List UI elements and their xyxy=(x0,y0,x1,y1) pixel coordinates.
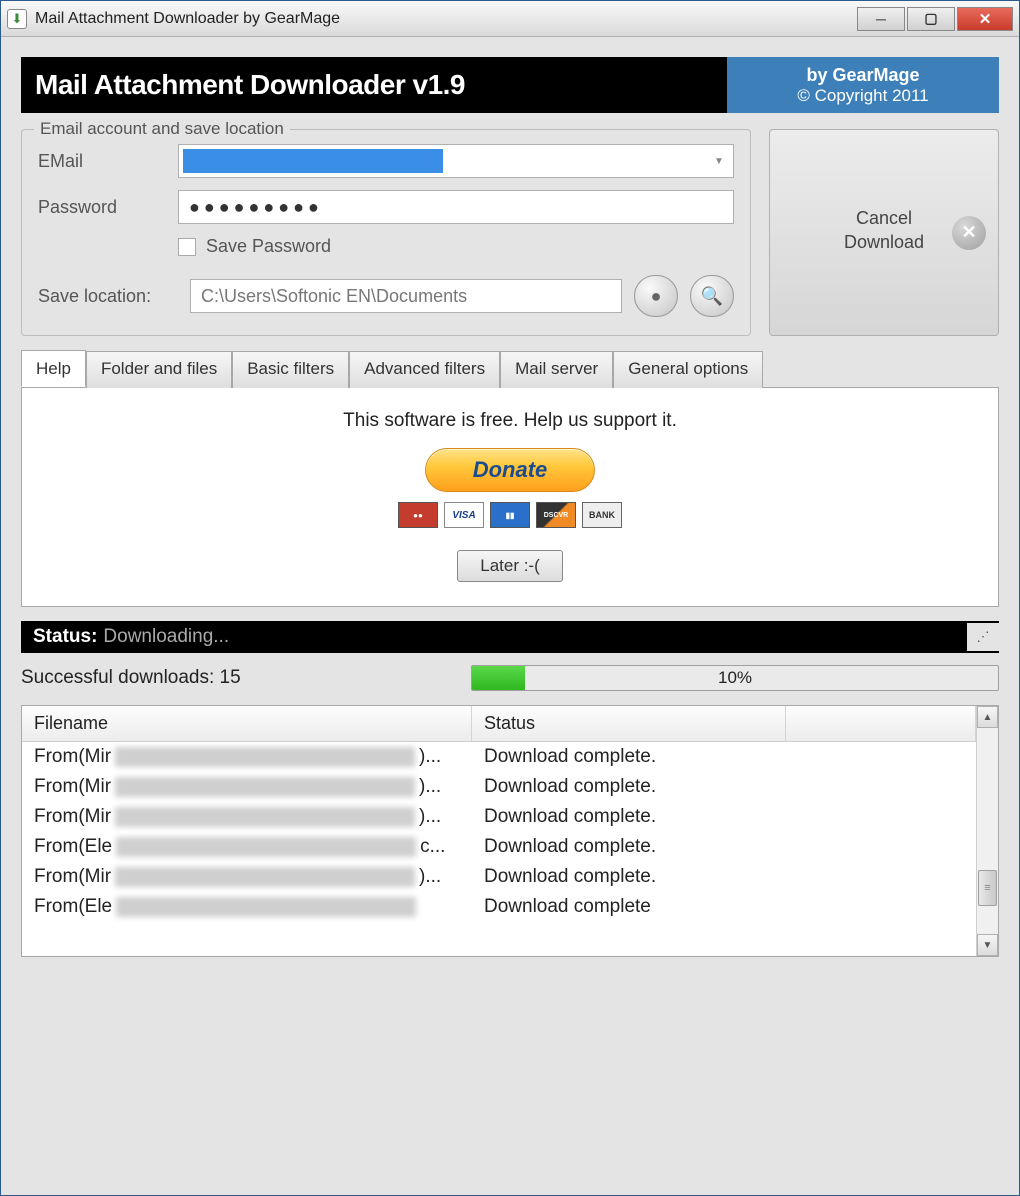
search-icon: 🔍 xyxy=(701,286,723,307)
email-value-redacted xyxy=(183,149,443,173)
cancel-download-button[interactable]: Cancel Download ✕ xyxy=(769,129,999,336)
progress-bar: 10% xyxy=(471,665,999,691)
close-button[interactable]: ✕ xyxy=(957,7,1013,31)
status-cell: Download complete. xyxy=(472,862,976,892)
filename-cell: From(Mir)... xyxy=(22,772,472,802)
tab-general-options[interactable]: General options xyxy=(613,351,763,388)
column-spacer xyxy=(786,706,976,741)
progress-percent: 10% xyxy=(472,666,998,690)
discover-icon: DSCVR xyxy=(536,502,576,528)
column-filename[interactable]: Filename xyxy=(22,706,472,741)
table-row[interactable]: From(Mir)...Download complete. xyxy=(22,772,976,802)
amex-icon: ▮▮ xyxy=(490,502,530,528)
table-row[interactable]: From(Elec...Download complete. xyxy=(22,832,976,862)
list-header: Filename Status xyxy=(22,706,976,742)
titlebar[interactable]: ⬇ Mail Attachment Downloader by GearMage… xyxy=(1,1,1019,37)
downloads-list: Filename Status From(Mir)...Download com… xyxy=(21,705,999,957)
save-location-field[interactable]: C:\Users\Softonic EN\Documents xyxy=(190,279,622,313)
filename-cell: From(Mir)... xyxy=(22,862,472,892)
banner-credits: by GearMage © Copyright 2011 xyxy=(727,57,999,113)
bank-icon: BANK xyxy=(582,502,622,528)
table-row[interactable]: From(Mir)...Download complete. xyxy=(22,742,976,772)
status-bar: Status: Downloading... ⋰ xyxy=(21,621,999,653)
help-text: This software is free. Help us support i… xyxy=(42,410,978,432)
vendor-label: by GearMage xyxy=(727,65,999,86)
status-cell: Download complete. xyxy=(472,832,976,862)
table-row[interactable]: From(EleDownload complete xyxy=(22,892,976,922)
status-cell: Download complete. xyxy=(472,742,976,772)
app-title: Mail Attachment Downloader v1.9 xyxy=(21,57,727,113)
status-text: Downloading... xyxy=(103,626,229,648)
table-row[interactable]: From(Mir)...Download complete. xyxy=(22,802,976,832)
filename-cell: From(Mir)... xyxy=(22,802,472,832)
browse-button[interactable]: 🔍 xyxy=(690,275,734,317)
password-label: Password xyxy=(38,197,178,218)
tab-strip: Help Folder and files Basic filters Adva… xyxy=(21,350,999,387)
email-combobox[interactable]: ▼ xyxy=(178,144,734,178)
scroll-track[interactable]: ≡ xyxy=(977,728,998,934)
later-button[interactable]: Later :-( xyxy=(457,550,563,582)
cancel-line2: Download xyxy=(844,231,924,254)
password-field[interactable]: ●●●●●●●●● xyxy=(178,190,734,224)
account-legend: Email account and save location xyxy=(34,119,290,139)
mastercard-icon: ●● xyxy=(398,502,438,528)
cancel-line1: Cancel xyxy=(844,207,924,230)
status-label: Status: xyxy=(33,626,97,648)
scroll-thumb[interactable]: ≡ xyxy=(978,870,997,906)
vertical-scrollbar[interactable]: ▲ ≡ ▼ xyxy=(976,706,998,956)
scroll-up-button[interactable]: ▲ xyxy=(977,706,998,728)
payment-cards: ●● VISA ▮▮ DSCVR BANK xyxy=(42,502,978,528)
tab-basic-filters[interactable]: Basic filters xyxy=(232,351,349,388)
status-cell: Download complete. xyxy=(472,772,976,802)
client-area: Mail Attachment Downloader v1.9 by GearM… xyxy=(1,37,1019,1195)
filename-cell: From(Elec... xyxy=(22,832,472,862)
copyright-label: © Copyright 2011 xyxy=(727,86,999,106)
donate-button[interactable]: Donate xyxy=(425,448,595,492)
folder-icon: ● xyxy=(651,286,662,307)
minimize-button[interactable]: ─ xyxy=(857,7,905,31)
maximize-button[interactable]: ▢ xyxy=(907,7,955,31)
app-icon: ⬇ xyxy=(7,9,27,29)
visa-icon: VISA xyxy=(444,502,484,528)
status-cell: Download complete xyxy=(472,892,976,922)
email-label: EMail xyxy=(38,151,178,172)
window-title: Mail Attachment Downloader by GearMage xyxy=(35,10,855,28)
tab-help[interactable]: Help xyxy=(21,350,86,387)
column-status[interactable]: Status xyxy=(472,706,786,741)
save-location-label: Save location: xyxy=(38,286,178,307)
tab-folder-files[interactable]: Folder and files xyxy=(86,351,232,388)
scroll-down-button[interactable]: ▼ xyxy=(977,934,998,956)
tab-advanced-filters[interactable]: Advanced filters xyxy=(349,351,500,388)
account-group: Email account and save location EMail ▼ … xyxy=(21,129,751,336)
table-row[interactable]: From(Mir)...Download complete. xyxy=(22,862,976,892)
tab-content-help: This software is free. Help us support i… xyxy=(21,387,999,607)
cancel-icon: ✕ xyxy=(952,216,986,250)
tab-mail-server[interactable]: Mail server xyxy=(500,351,613,388)
spinner-icon: ⋰ xyxy=(967,623,999,651)
filename-cell: From(Ele xyxy=(22,892,472,922)
open-folder-button[interactable]: ● xyxy=(634,275,678,317)
app-window: ⬇ Mail Attachment Downloader by GearMage… xyxy=(0,0,1020,1196)
successful-downloads-label: Successful downloads: 15 xyxy=(21,667,471,689)
save-password-label: Save Password xyxy=(206,236,331,257)
filename-cell: From(Mir)... xyxy=(22,742,472,772)
save-password-checkbox[interactable] xyxy=(178,238,196,256)
status-cell: Download complete. xyxy=(472,802,976,832)
banner: Mail Attachment Downloader v1.9 by GearM… xyxy=(21,57,999,113)
combobox-arrow-icon[interactable]: ▼ xyxy=(705,156,733,167)
